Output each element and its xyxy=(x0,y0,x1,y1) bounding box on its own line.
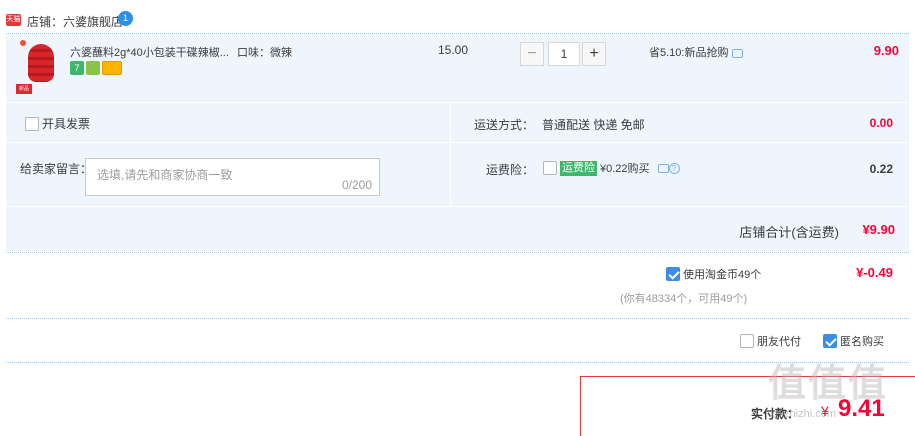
insurance-option[interactable]: 运费险 ¥0.22购买? xyxy=(543,160,680,176)
friend-pay-option[interactable]: 朋友代付 xyxy=(740,334,801,348)
item-total: 9.90 xyxy=(873,43,899,58)
comment-icon[interactable] xyxy=(657,163,669,173)
divider xyxy=(6,252,909,253)
invoice-option[interactable]: 开具发票 xyxy=(22,115,90,132)
service-badges: 7 xyxy=(70,61,124,75)
anonymous-label: 匿名购买 xyxy=(840,336,884,348)
insurance-checkbox[interactable] xyxy=(543,161,557,175)
help-icon[interactable]: ? xyxy=(668,162,680,174)
wangwang-chat-icon[interactable]: 1 xyxy=(118,11,133,26)
purchase-options: 朋友代付 匿名购买 xyxy=(740,333,884,349)
anonymous-checkbox[interactable] xyxy=(823,334,837,348)
divider xyxy=(6,318,909,319)
message-label: 给卖家留言： xyxy=(20,162,93,176)
thumbnail-decoration xyxy=(20,40,26,46)
quantity-plus-button[interactable]: + xyxy=(582,42,606,66)
store-name[interactable]: 店铺：六婆旗舰店 xyxy=(27,13,123,30)
shipping-method[interactable]: 普通配送 快递 免邮 xyxy=(542,116,645,133)
seven-day-return-icon[interactable]: 7 xyxy=(70,61,84,75)
thumbnail-product xyxy=(28,44,54,82)
coins-checkbox[interactable] xyxy=(666,267,680,281)
insurance-price: 0.22 xyxy=(869,162,893,176)
store-total-value: ¥9.90 xyxy=(862,222,895,237)
credit-card-icon[interactable] xyxy=(102,61,122,75)
thumbnail-tag: 新品 xyxy=(16,84,32,94)
anonymous-option[interactable]: 匿名购买 xyxy=(823,334,884,348)
watermark: 值值值 xyxy=(768,363,889,405)
friend-pay-checkbox[interactable] xyxy=(740,334,754,348)
checkout-page: 天猫 店铺：六婆旗舰店 1 新品 六婆蘸料2g*40小包装干碟辣椒... 口味：… xyxy=(0,0,915,436)
order-item-row: 新品 六婆蘸料2g*40小包装干碟辣椒... 口味：微辣 7 15.00 − 1… xyxy=(6,34,909,102)
store-total-label: 店铺合计(含运费) xyxy=(739,225,839,240)
divider xyxy=(450,103,451,206)
promo-text: 省5.10:新品抢购 xyxy=(649,47,729,59)
quantity-stepper: − 1 + xyxy=(520,42,606,68)
message-char-count: 0/200 xyxy=(341,178,372,192)
quantity-minus-button[interactable]: − xyxy=(520,42,544,66)
coins-option[interactable]: 使用淘金币49个 xyxy=(663,266,761,282)
comment-icon[interactable] xyxy=(732,48,744,58)
message-placeholder: 选填,请先和商家协商一致 xyxy=(97,168,233,182)
item-title[interactable]: 六婆蘸料2g*40小包装干碟辣椒... xyxy=(70,44,229,60)
tmall-icon: 天猫 xyxy=(6,14,21,26)
unit-price: 15.00 xyxy=(438,43,469,57)
friend-pay-label: 朋友代付 xyxy=(757,336,801,348)
invoice-label: 开具发票 xyxy=(42,117,91,131)
promo-info: 省5.10:新品抢购 xyxy=(649,44,744,60)
divider xyxy=(6,142,909,143)
invoice-checkbox[interactable] xyxy=(25,116,39,131)
shipping-label: 运送方式： xyxy=(474,118,535,132)
coins-note: (你有48334个，可用49个) xyxy=(620,293,748,305)
order-options: 开具发票 运送方式： 普通配送 快递 免邮 0.00 给卖家留言： 选填,请先和… xyxy=(6,103,909,206)
coins-label: 使用淘金币49个 xyxy=(683,269,762,281)
insurance-label: 运费险： xyxy=(486,163,535,177)
seller-message-input[interactable]: 选填,请先和商家协商一致 0/200 xyxy=(85,158,380,196)
store-total-bar: 店铺合计(含运费) ¥9.90 xyxy=(6,207,909,251)
shipping-price: 0.00 xyxy=(869,116,893,130)
quantity-input[interactable]: 1 xyxy=(548,42,580,66)
watermark-url: zhizhizhi.com xyxy=(770,408,837,420)
store-header: 天猫 店铺：六婆旗舰店 1 xyxy=(0,6,915,32)
insurance-text: ¥0.22购买 xyxy=(600,163,650,175)
insurance-tag: 运费险 xyxy=(560,160,597,176)
service-icon[interactable] xyxy=(86,61,100,75)
coins-discount: ¥-0.49 xyxy=(856,265,893,280)
item-flavor: 口味：微辣 xyxy=(237,47,292,59)
product-thumbnail[interactable]: 新品 xyxy=(16,40,68,96)
